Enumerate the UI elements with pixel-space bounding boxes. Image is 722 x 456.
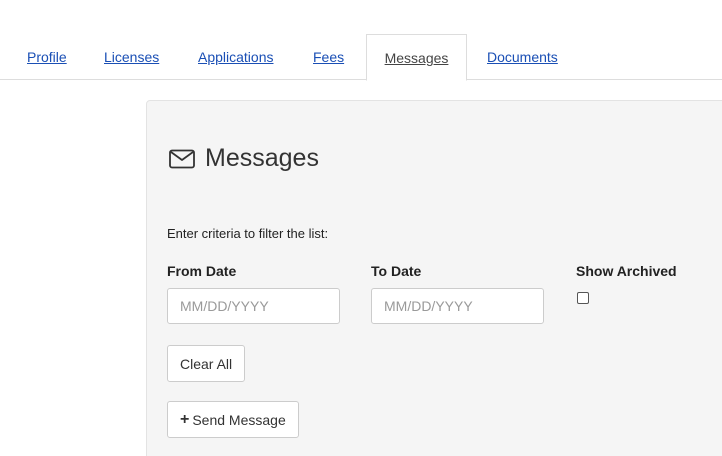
filter-instructions: Enter criteria to filter the list: — [167, 226, 329, 241]
tab-licenses[interactable]: Licenses — [104, 34, 159, 80]
show-archived-checkbox[interactable] — [577, 292, 589, 304]
tab-bar: Profile Licenses Applications Fees Messa… — [0, 34, 722, 81]
send-message-button[interactable]: + Send Message — [167, 401, 299, 438]
panel-heading: Messages — [169, 144, 319, 173]
to-date-label: To Date — [371, 263, 422, 279]
plus-icon: + — [180, 410, 190, 428]
tab-applications[interactable]: Applications — [198, 34, 274, 80]
tab-profile[interactable]: Profile — [27, 34, 67, 80]
tab-fees[interactable]: Fees — [313, 34, 344, 80]
send-message-label: Send Message — [192, 411, 286, 428]
tab-messages[interactable]: Messages — [366, 34, 467, 81]
show-archived-label: Show Archived — [576, 263, 677, 279]
tab-documents[interactable]: Documents — [487, 34, 558, 80]
from-date-input[interactable] — [167, 288, 340, 324]
clear-all-button[interactable]: Clear All — [167, 345, 246, 382]
messages-panel: Messages Enter criteria to filter the li… — [146, 100, 722, 456]
to-date-input[interactable] — [371, 288, 544, 324]
envelope-icon — [169, 149, 195, 169]
clear-all-label: Clear All — [180, 355, 233, 372]
from-date-label: From Date — [167, 263, 237, 279]
page-title: Messages — [205, 144, 319, 172]
